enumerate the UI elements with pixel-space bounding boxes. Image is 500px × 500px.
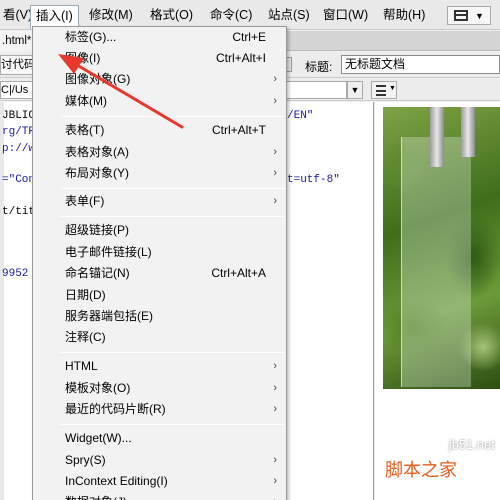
menu-item-email-link[interactable]: 电子邮件链接(L) [33, 242, 286, 263]
code-view-button[interactable]: 讨代码 [0, 55, 34, 75]
menu-item-widget[interactable]: Widget(W)... [33, 428, 286, 449]
menu-item-data-objects[interactable]: 数据对象(J) › [33, 492, 286, 500]
menu-help[interactable]: 帮助(H) [378, 5, 430, 26]
menu-separator [61, 216, 285, 217]
code-line: /EN" [287, 110, 314, 122]
shortcut: Ctrl+E [232, 30, 266, 44]
menu-item-image-objects[interactable]: 图像对象(G) › [33, 69, 286, 90]
chevron-right-icon: › [273, 382, 277, 394]
menu-window[interactable]: 窗口(W) [318, 5, 373, 26]
menu-commands[interactable]: 命令(C) [205, 5, 257, 26]
menu-item-spry[interactable]: Spry(S) › [33, 450, 286, 471]
menu-item-media[interactable]: 媒体(M) › [33, 91, 286, 112]
inserted-image[interactable] [383, 107, 500, 389]
photo-pipe [430, 107, 444, 167]
layout-button[interactable]: ▼ [447, 6, 491, 25]
menu-separator [61, 424, 285, 425]
code-line: t=utf-8" [287, 174, 340, 186]
watermark-url: jb51.net [448, 437, 495, 452]
photo-glass-panel [401, 137, 471, 387]
code-line: 9952 [2, 268, 29, 280]
shortcut: Ctrl+Alt+A [211, 266, 266, 280]
menu-item-layout-objects[interactable]: 布局对象(Y) › [33, 163, 286, 184]
title-input[interactable]: 无标题文档 [341, 55, 500, 74]
title-label: 标题: [305, 60, 333, 74]
grid-layout-icon [454, 10, 468, 21]
watermark: jb51.net 脚本之家 [385, 437, 495, 482]
menu-separator [61, 188, 285, 189]
code-line: JBLIC [2, 110, 36, 122]
chevron-right-icon: › [273, 195, 277, 207]
chevron-right-icon: › [273, 73, 277, 85]
code-line: t/tit [2, 206, 36, 218]
document-tab[interactable]: .html* [0, 31, 34, 51]
menu-item-incontext-editing[interactable]: InContext Editing(I) › [33, 471, 286, 492]
address-input[interactable]: C|/Us [0, 81, 34, 99]
menu-item-html[interactable]: HTML › [33, 356, 286, 377]
code-line: rg/TR [2, 126, 36, 138]
menu-item-date[interactable]: 日期(D) [33, 285, 286, 306]
menu-format[interactable]: 格式(O) [145, 5, 198, 26]
address-input-end[interactable] [287, 81, 347, 99]
menu-item-named-anchor[interactable]: 命名锚记(N) Ctrl+Alt+A [33, 263, 286, 284]
menu-item-table[interactable]: 表格(T) Ctrl+Alt+T [33, 120, 286, 141]
view-options-button[interactable]: ▼ [371, 81, 397, 99]
menu-item-form[interactable]: 表单(F) › [33, 191, 286, 212]
chevron-down-icon: ▼ [475, 11, 484, 21]
menu-item-tag[interactable]: 标签(G)... Ctrl+E [33, 27, 286, 48]
menu-item-image[interactable]: 图像(I) Ctrl+Alt+I [33, 48, 286, 69]
menu-site[interactable]: 站点(S) [263, 5, 315, 26]
code-line: ="Con [2, 174, 36, 186]
menu-item-template-objects[interactable]: 模板对象(O) › [33, 378, 286, 399]
menu-item-comment[interactable]: 注释(C) [33, 327, 286, 348]
chevron-right-icon: › [273, 167, 277, 179]
menu-item-table-objects[interactable]: 表格对象(A) › [33, 142, 286, 163]
menu-separator [61, 116, 285, 117]
address-dropdown-icon[interactable]: ▼ [347, 81, 363, 99]
menu-separator [61, 352, 285, 353]
menu-item-hyperlink[interactable]: 超级链接(P) [33, 220, 286, 241]
chevron-right-icon: › [273, 454, 277, 466]
list-icon [376, 85, 386, 96]
chevron-right-icon: › [273, 95, 277, 107]
photo-pipe [461, 107, 475, 157]
design-pane[interactable]: jb51.net 脚本之家 [375, 102, 500, 500]
chevron-right-icon: › [273, 360, 277, 372]
menu-item-server-side-include[interactable]: 服务器端包括(E) [33, 306, 286, 327]
code-line: p://w [2, 143, 36, 155]
chevron-right-icon: › [273, 403, 277, 415]
menu-modify[interactable]: 修改(M) [84, 5, 138, 26]
chevron-down-icon: ▼ [389, 85, 396, 92]
watermark-name: 脚本之家 [385, 460, 457, 480]
shortcut: Ctrl+Alt+T [211, 123, 266, 137]
chevron-right-icon: › [273, 146, 277, 158]
insert-menu: 标签(G)... Ctrl+E 图像(I) Ctrl+Alt+I 图像对象(G)… [32, 26, 287, 500]
shortcut: Ctrl+Alt+I [215, 51, 266, 65]
code-gutter [0, 102, 4, 500]
menu-item-recent-snippets[interactable]: 最近的代码片断(R) › [33, 399, 286, 420]
chevron-right-icon: › [273, 492, 277, 500]
chevron-right-icon: › [273, 475, 277, 487]
